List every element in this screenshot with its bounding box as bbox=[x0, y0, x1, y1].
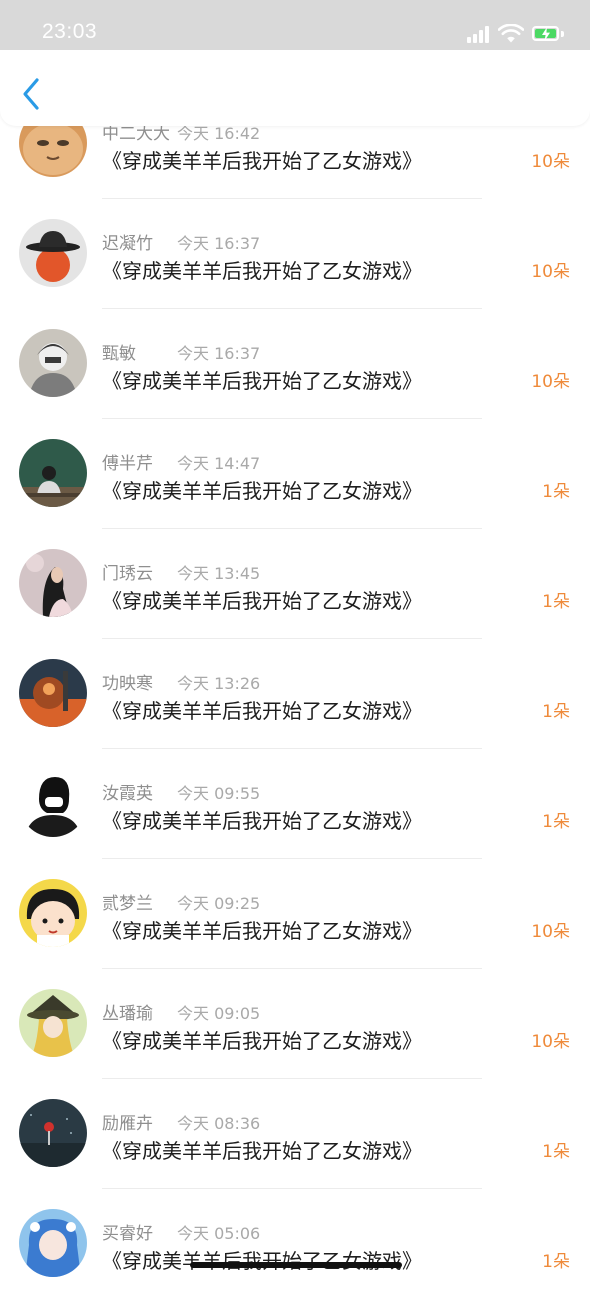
send-time: 今天 05:06 bbox=[177, 1224, 261, 1243]
home-indicator[interactable] bbox=[190, 1262, 402, 1268]
book-title: 《穿成美羊羊后我开始了乙女游戏》 bbox=[102, 699, 422, 723]
sender-name: 贰梦兰 bbox=[102, 894, 153, 914]
book-title: 《穿成美羊羊后我开始了乙女游戏》 bbox=[102, 369, 422, 393]
avatar bbox=[19, 549, 87, 617]
gift-amount: 10朵 bbox=[531, 152, 570, 172]
status-time: 23:03 bbox=[42, 20, 98, 43]
list-item[interactable]: 甄敏 今天 16:37 《穿成美羊羊后我开始了乙女游戏》 10朵 bbox=[0, 309, 590, 419]
battery-icon bbox=[532, 26, 559, 41]
gift-amount: 1朵 bbox=[542, 702, 570, 722]
gift-amount: 1朵 bbox=[542, 1252, 570, 1272]
gift-amount: 1朵 bbox=[542, 812, 570, 832]
sender-name: 门琇云 bbox=[102, 564, 153, 584]
send-time: 今天 16:37 bbox=[177, 234, 261, 253]
book-title: 《穿成美羊羊后我开始了乙女游戏》 bbox=[102, 589, 422, 613]
gift-amount: 10朵 bbox=[531, 1032, 570, 1052]
sender-name: 功映寒 bbox=[102, 674, 153, 694]
gift-amount: 10朵 bbox=[531, 262, 570, 282]
list-item[interactable]: 买睿好 今天 05:06 《穿成美羊羊后我开始了乙女游戏》 1朵 bbox=[0, 1189, 590, 1299]
send-time: 今天 16:37 bbox=[177, 344, 261, 363]
avatar bbox=[19, 659, 87, 727]
gift-amount: 1朵 bbox=[542, 482, 570, 502]
list-item[interactable]: 门琇云 今天 13:45 《穿成美羊羊后我开始了乙女游戏》 1朵 bbox=[0, 529, 590, 639]
book-title: 《穿成美羊羊后我开始了乙女游戏》 bbox=[102, 919, 422, 943]
chevron-left-icon bbox=[23, 78, 39, 110]
signal-icon bbox=[467, 26, 493, 43]
avatar bbox=[19, 989, 87, 1057]
avatar bbox=[19, 1099, 87, 1167]
book-title: 《穿成美羊羊后我开始了乙女游戏》 bbox=[102, 479, 422, 503]
back-button[interactable] bbox=[18, 76, 46, 112]
list-item[interactable]: 丛璠瑜 今天 09:05 《穿成美羊羊后我开始了乙女游戏》 10朵 bbox=[0, 969, 590, 1079]
sender-name: 汝霞英 bbox=[102, 784, 153, 804]
sender-name: 迟凝竹 bbox=[102, 234, 153, 254]
sender-name: 丛璠瑜 bbox=[102, 1004, 153, 1024]
list-item[interactable]: 汝霞英 今天 09:55 《穿成美羊羊后我开始了乙女游戏》 1朵 bbox=[0, 749, 590, 859]
book-title: 《穿成美羊羊后我开始了乙女游戏》 bbox=[102, 1139, 422, 1163]
avatar bbox=[19, 879, 87, 947]
send-time: 今天 13:45 bbox=[177, 564, 261, 583]
book-title: 《穿成美羊羊后我开始了乙女游戏》 bbox=[102, 259, 422, 283]
wifi-icon bbox=[498, 24, 524, 43]
nav-bar bbox=[0, 50, 590, 126]
avatar bbox=[19, 439, 87, 507]
list-item[interactable]: 贰梦兰 今天 09:25 《穿成美羊羊后我开始了乙女游戏》 10朵 bbox=[0, 859, 590, 969]
gift-amount: 1朵 bbox=[542, 1142, 570, 1162]
gift-amount: 1朵 bbox=[542, 592, 570, 612]
sender-name: 买睿好 bbox=[102, 1224, 153, 1244]
sender-name: 傅半芹 bbox=[102, 454, 153, 474]
avatar bbox=[19, 769, 87, 837]
sender-name: 励雁卉 bbox=[102, 1114, 153, 1134]
book-title: 《穿成美羊羊后我开始了乙女游戏》 bbox=[102, 1249, 422, 1273]
send-time: 今天 09:55 bbox=[177, 784, 261, 803]
book-title: 《穿成美羊羊后我开始了乙女游戏》 bbox=[102, 149, 422, 173]
list-item[interactable]: 傅半芹 今天 14:47 《穿成美羊羊后我开始了乙女游戏》 1朵 bbox=[0, 419, 590, 529]
send-time: 今天 13:26 bbox=[177, 674, 261, 693]
send-time: 今天 08:36 bbox=[177, 1114, 261, 1133]
book-title: 《穿成美羊羊后我开始了乙女游戏》 bbox=[102, 809, 422, 833]
list-item[interactable]: 励雁卉 今天 08:36 《穿成美羊羊后我开始了乙女游戏》 1朵 bbox=[0, 1079, 590, 1189]
send-time: 今天 14:47 bbox=[177, 454, 261, 473]
gift-amount: 10朵 bbox=[531, 372, 570, 392]
send-time: 今天 09:25 bbox=[177, 894, 261, 913]
gift-amount: 10朵 bbox=[531, 922, 570, 942]
avatar bbox=[19, 1209, 87, 1277]
book-title: 《穿成美羊羊后我开始了乙女游戏》 bbox=[102, 1029, 422, 1053]
send-time: 今天 09:05 bbox=[177, 1004, 261, 1023]
avatar bbox=[19, 219, 87, 287]
sender-name: 甄敏 bbox=[102, 344, 136, 364]
status-bar: 23:03 bbox=[0, 0, 590, 50]
list-item[interactable]: 功映寒 今天 13:26 《穿成美羊羊后我开始了乙女游戏》 1朵 bbox=[0, 639, 590, 749]
avatar bbox=[19, 329, 87, 397]
list-item[interactable]: 迟凝竹 今天 16:37 《穿成美羊羊后我开始了乙女游戏》 10朵 bbox=[0, 199, 590, 309]
